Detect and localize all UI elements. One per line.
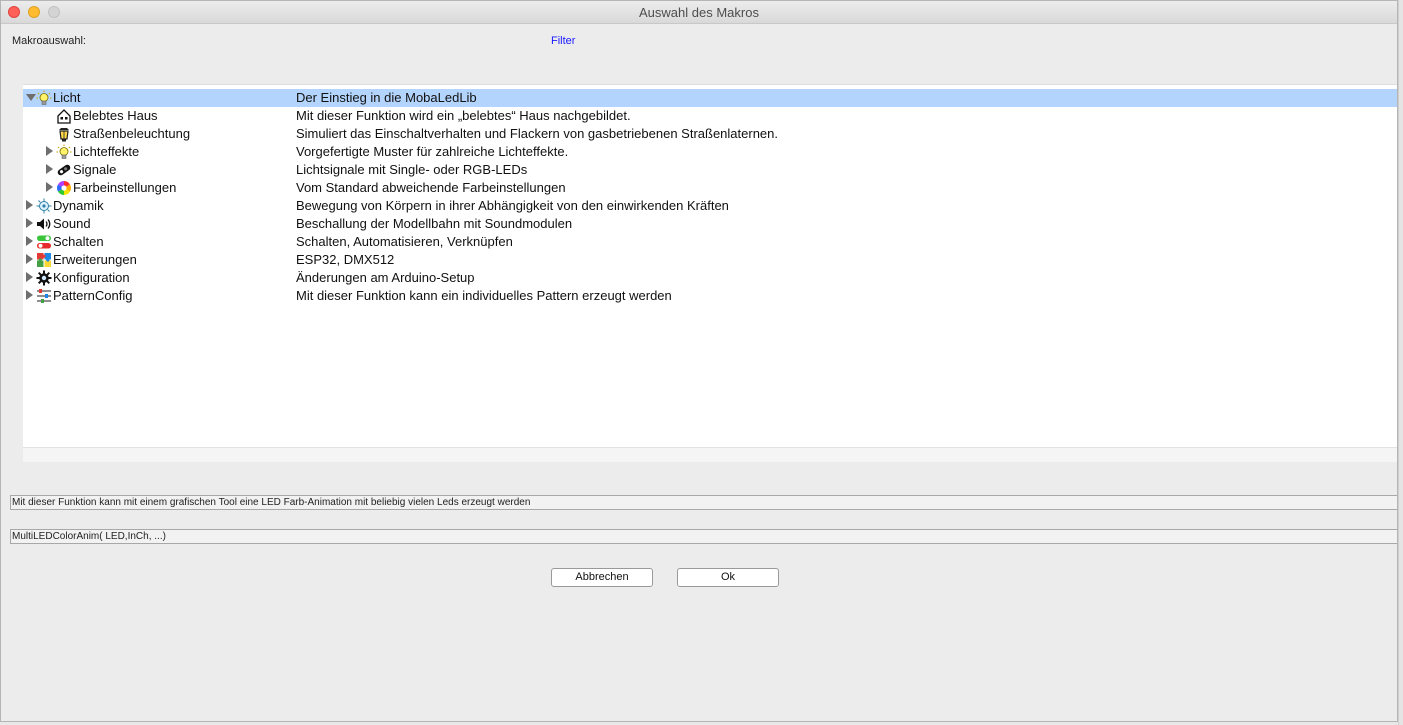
tree-node-label: PatternConfig [53, 288, 133, 303]
lantern-icon [56, 126, 72, 142]
speaker-icon [36, 216, 52, 232]
tree-row[interactable]: Belebtes Haus Mit dieser Funktion wird ei… [23, 107, 1397, 125]
bulb-icon [56, 144, 72, 160]
puzzle-icon [36, 252, 52, 268]
window-title: Auswahl des Makros [639, 5, 759, 20]
tree-node-description: Vorgefertigte Muster für zahlreiche Lich… [296, 144, 569, 159]
macro-signature-field: MultiLEDColorAnim( LED,InCh, ...) [10, 529, 1397, 544]
expand-arrow-icon[interactable] [26, 236, 33, 246]
tree-row[interactable]: Lichteffekte Vorgefertigte Muster für zah… [23, 143, 1397, 161]
tree-row[interactable]: PatternConfig Mit dieser Funktion kann ei… [23, 287, 1397, 305]
expand-arrow-icon[interactable] [26, 200, 33, 210]
tree-node-description: Lichtsignale mit Single- oder RGB-LEDs [296, 162, 528, 177]
tree-node-description: Bewegung von Körpern in ihrer Abhängigke… [296, 198, 729, 213]
tree-node-description: Simuliert das Einschaltverhalten und Fla… [296, 126, 778, 141]
tree-node-description: Beschallung der Modellbahn mit Soundmodu… [296, 216, 573, 231]
tree-node-label: Schalten [53, 234, 104, 249]
tree-node-label: Farbeinstellungen [73, 180, 177, 195]
tree-node-description: Mit dieser Funktion kann ein individuell… [296, 288, 672, 303]
switch-icon [36, 234, 52, 250]
tree-node-description: Der Einstieg in die MobaLedLib [296, 90, 477, 105]
gear-icon [36, 270, 52, 286]
tree-horizontal-scrollbar[interactable] [23, 447, 1397, 462]
title-bar[interactable]: Auswahl des Makros [1, 1, 1397, 24]
tree-row[interactable]: Konfiguration Änderungen am Arduino-Setup [23, 269, 1397, 287]
expand-arrow-icon[interactable] [26, 218, 33, 228]
cancel-button[interactable]: Abbrechen [551, 568, 653, 587]
tree-node-label: Dynamik [53, 198, 104, 213]
signal-icon [56, 162, 72, 178]
tree-node-description: Mit dieser Funktion wird ein „belebtes“ … [296, 108, 631, 123]
tree-row[interactable]: Farbeinstellungen Vom Standard abweichend… [23, 179, 1397, 197]
expand-arrow-icon[interactable] [46, 182, 53, 192]
tree-node-label: Straßenbeleuchtung [73, 126, 191, 141]
expand-arrow-icon[interactable] [26, 254, 33, 264]
collapse-arrow-icon[interactable] [26, 94, 36, 101]
dialog-window: Auswahl des Makros Makroauswahl: Filter … [0, 0, 1398, 722]
macro-tree[interactable]: Licht Der Einstieg in die MobaLedLib Beleb… [23, 84, 1397, 448]
tree-node-label: Konfiguration [53, 270, 130, 285]
bulb-icon [36, 90, 52, 106]
window-edge [1398, 0, 1403, 725]
tree-row[interactable]: Erweiterungen ESP32, DMX512 [23, 251, 1397, 269]
expand-arrow-icon[interactable] [46, 164, 53, 174]
tree-node-description: Änderungen am Arduino-Setup [296, 270, 475, 285]
tree-row[interactable]: Licht Der Einstieg in die MobaLedLib [23, 89, 1397, 107]
tree-node-label: Sound [53, 216, 91, 231]
macro-selection-label: Makroauswahl: [12, 35, 86, 47]
tree-node-label: Licht [53, 90, 81, 105]
filter-link[interactable]: Filter [551, 35, 575, 47]
expand-arrow-icon[interactable] [26, 290, 33, 300]
expand-arrow-icon[interactable] [26, 272, 33, 282]
tree-row[interactable]: Straßenbeleuchtung Simuliert das Einschal… [23, 125, 1397, 143]
tree-node-description: Schalten, Automatisieren, Verknüpfen [296, 234, 513, 249]
tree-node-label: Erweiterungen [53, 252, 137, 267]
house-icon [56, 108, 72, 124]
tree-row[interactable]: Signale Lichtsignale mit Single- oder RGB… [23, 161, 1397, 179]
tree-node-description: Vom Standard abweichende Farbeinstellung… [296, 180, 566, 195]
tree-row[interactable]: Dynamik Bewegung von Körpern in ihrer Abh… [23, 197, 1397, 215]
tree-node-label: Signale [73, 162, 117, 177]
tree-node-description: ESP32, DMX512 [296, 252, 395, 267]
description-field: Mit dieser Funktion kann mit einem grafi… [10, 495, 1397, 510]
dynamics-icon [36, 198, 52, 214]
expand-arrow-icon[interactable] [46, 146, 53, 156]
tree-row[interactable]: Sound Beschallung der Modellbahn mit Soun… [23, 215, 1397, 233]
color-wheel-icon [56, 180, 72, 196]
tree-row[interactable]: Schalten Schalten, Automatisieren, Verknü… [23, 233, 1397, 251]
ok-button[interactable]: Ok [677, 568, 779, 587]
tree-node-label: Lichteffekte [73, 144, 140, 159]
sliders-icon [36, 288, 52, 304]
tree-node-label: Belebtes Haus [73, 108, 158, 123]
